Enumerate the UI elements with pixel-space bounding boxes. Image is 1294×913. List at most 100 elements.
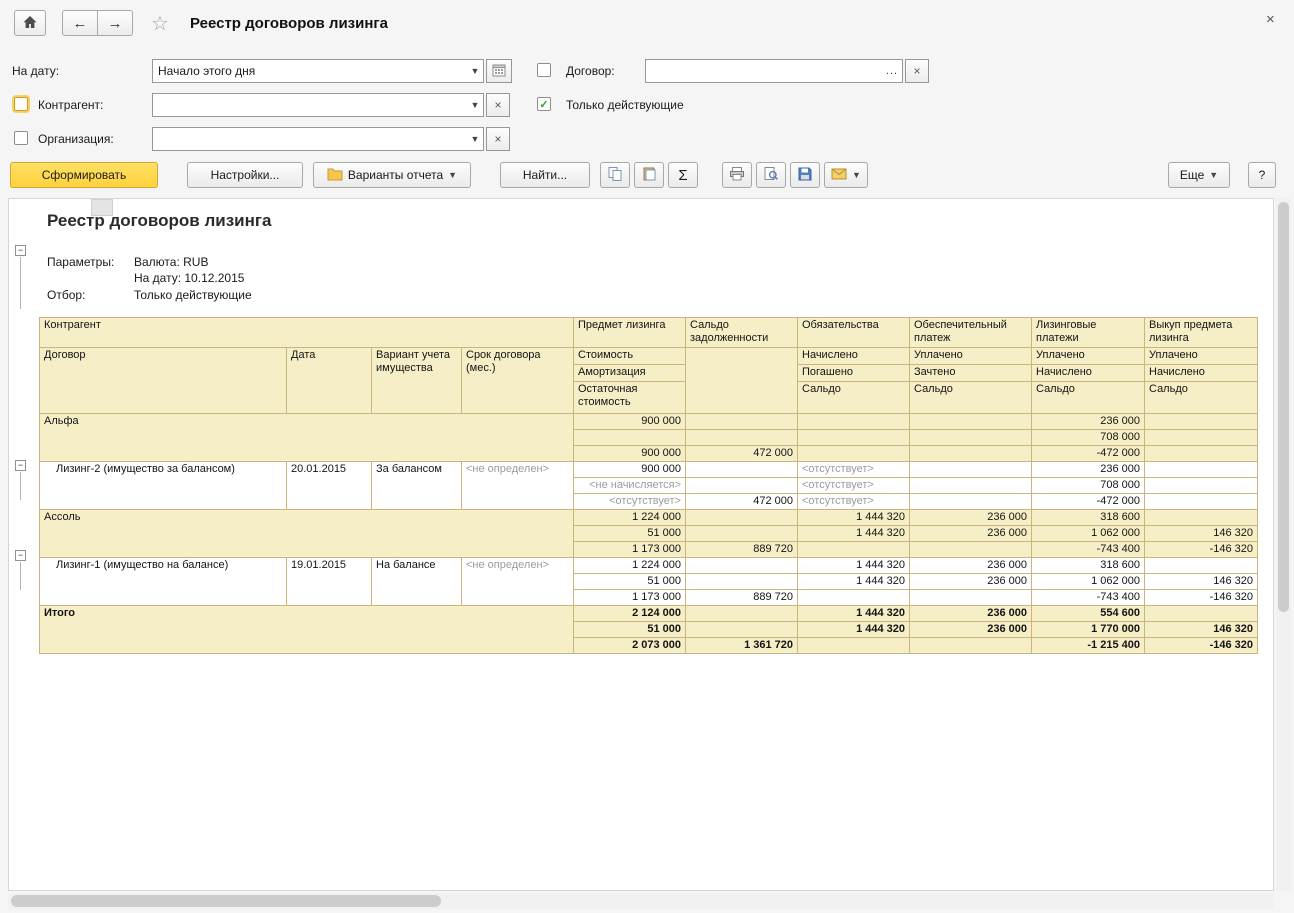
close-icon[interactable]: ×	[1266, 11, 1275, 28]
contract-input[interactable]: ...	[645, 59, 903, 83]
value-cell: 472 000	[686, 494, 798, 510]
folder-icon	[327, 167, 343, 184]
collapse-group-alpha-button[interactable]: −	[15, 460, 26, 471]
chevron-down-icon[interactable]: ▼	[467, 66, 483, 76]
send-mail-button[interactable]: ▼	[824, 162, 868, 188]
sub-header: Начислено	[1032, 365, 1145, 382]
value-cell: 1 224 000	[574, 510, 686, 526]
sub-header: Уплачено	[1032, 348, 1145, 365]
value-cell: 51 000	[574, 574, 686, 590]
value-cell: <отсутствует>	[798, 478, 910, 494]
home-button[interactable]	[14, 10, 46, 36]
filter-label: Отбор:	[47, 288, 85, 302]
collapse-group-assol-button[interactable]: −	[15, 550, 26, 561]
help-label: ?	[1259, 168, 1266, 182]
value-cell: 708 000	[1032, 478, 1145, 494]
accounting-variant: За балансом	[372, 462, 462, 510]
value-cell: 236 000	[1032, 462, 1145, 478]
value-cell: 889 720	[686, 542, 798, 558]
value-cell: 1 062 000	[1032, 526, 1145, 542]
value-cell: 51 000	[574, 622, 686, 638]
param-currency: Валюта: RUB	[134, 255, 208, 269]
value-cell: 236 000	[910, 526, 1032, 542]
sub-header-empty	[686, 348, 798, 414]
forward-arrow-icon: →	[108, 15, 123, 32]
value-cell: -743 400	[1032, 542, 1145, 558]
ellipsis-icon[interactable]: ...	[882, 65, 902, 77]
generate-button[interactable]: Сформировать	[10, 162, 158, 188]
value-cell: 1 173 000	[574, 590, 686, 606]
active-only-label: Только действующие	[566, 98, 684, 112]
copy-button[interactable]	[600, 162, 630, 188]
preview-button[interactable]	[756, 162, 786, 188]
forward-button[interactable]: →	[97, 10, 133, 36]
value-cell: 1 444 320	[798, 510, 910, 526]
save-button[interactable]	[790, 162, 820, 188]
print-button[interactable]	[722, 162, 752, 188]
vertical-scrollbar-thumb[interactable]	[1278, 202, 1289, 612]
value-cell	[686, 510, 798, 526]
sigma-icon: Σ	[678, 167, 687, 184]
report-variants-button[interactable]: Варианты отчета ▼	[313, 162, 471, 188]
more-button[interactable]: Еще ▼	[1168, 162, 1230, 188]
back-button[interactable]: ←	[62, 10, 98, 36]
settings-button[interactable]: Настройки...	[187, 162, 303, 188]
organization-checkbox[interactable]	[14, 131, 28, 145]
find-button[interactable]: Найти...	[500, 162, 590, 188]
chevron-down-icon[interactable]: ▼	[467, 100, 483, 110]
counterparty-combobox[interactable]: ▼	[152, 93, 484, 117]
contract-clear-button[interactable]: ×	[905, 59, 929, 83]
counterparty-checkbox[interactable]	[14, 97, 28, 111]
value-cell: 236 000	[910, 558, 1032, 574]
clear-icon: ×	[494, 98, 501, 112]
params-label: Параметры:	[47, 255, 114, 269]
value-cell: 1 062 000	[1032, 574, 1145, 590]
horizontal-scrollbar[interactable]	[8, 893, 1274, 909]
report-area: − − − Реестр договоров лизинга Параметры…	[8, 198, 1274, 891]
help-button[interactable]: ?	[1248, 162, 1276, 188]
value-cell	[686, 430, 798, 446]
counterparty-clear-button[interactable]: ×	[486, 93, 510, 117]
horizontal-scrollbar-thumb[interactable]	[11, 895, 441, 907]
value-cell	[686, 414, 798, 430]
col-header-security-payment: Обеспечительный платеж	[910, 318, 1032, 348]
value-cell: 2 124 000	[574, 606, 686, 622]
date-combobox[interactable]: Начало этого дня ▼	[152, 59, 484, 83]
value-cell: 1 173 000	[574, 542, 686, 558]
copy-icon	[607, 166, 623, 185]
value-cell: 318 600	[1032, 510, 1145, 526]
envelope-icon	[831, 168, 847, 183]
printer-icon	[729, 166, 745, 185]
organization-clear-button[interactable]: ×	[486, 127, 510, 151]
calendar-icon	[491, 62, 507, 81]
value-cell: 146 320	[1145, 526, 1258, 542]
value-cell	[1145, 446, 1258, 462]
favorite-star-icon[interactable]: ☆	[151, 11, 169, 36]
organization-combobox[interactable]: ▼	[152, 127, 484, 151]
tree-connector	[20, 257, 21, 309]
active-only-checkbox[interactable]: ✓	[537, 97, 551, 111]
contract-checkbox[interactable]	[537, 63, 551, 77]
floppy-disk-icon	[797, 166, 813, 185]
sum-button[interactable]: Σ	[668, 162, 698, 188]
sub-header: Погашено	[798, 365, 910, 382]
chevron-down-icon[interactable]: ▼	[467, 134, 483, 144]
value-cell	[1145, 606, 1258, 622]
calendar-button[interactable]	[486, 59, 512, 83]
col-header-contract: Договор	[40, 348, 287, 414]
value-cell	[910, 414, 1032, 430]
header-row: Договор Дата Вариант учета имущества Сро…	[40, 348, 1258, 365]
value-cell: 1 444 320	[798, 606, 910, 622]
value-cell	[1145, 558, 1258, 574]
collapse-report-button[interactable]: −	[15, 245, 26, 256]
chevron-down-icon: ▼	[1209, 170, 1218, 180]
paste-icon-button[interactable]	[634, 162, 664, 188]
col-header-obligations: Обязательства	[798, 318, 910, 348]
vertical-scrollbar[interactable]	[1276, 198, 1291, 891]
value-cell	[910, 446, 1032, 462]
contract-term: <не определен>	[462, 462, 574, 510]
value-cell	[1145, 430, 1258, 446]
value-cell	[686, 478, 798, 494]
header-row: Контрагент Предмет лизинга Сальдо задолж…	[40, 318, 1258, 348]
value-cell	[798, 414, 910, 430]
